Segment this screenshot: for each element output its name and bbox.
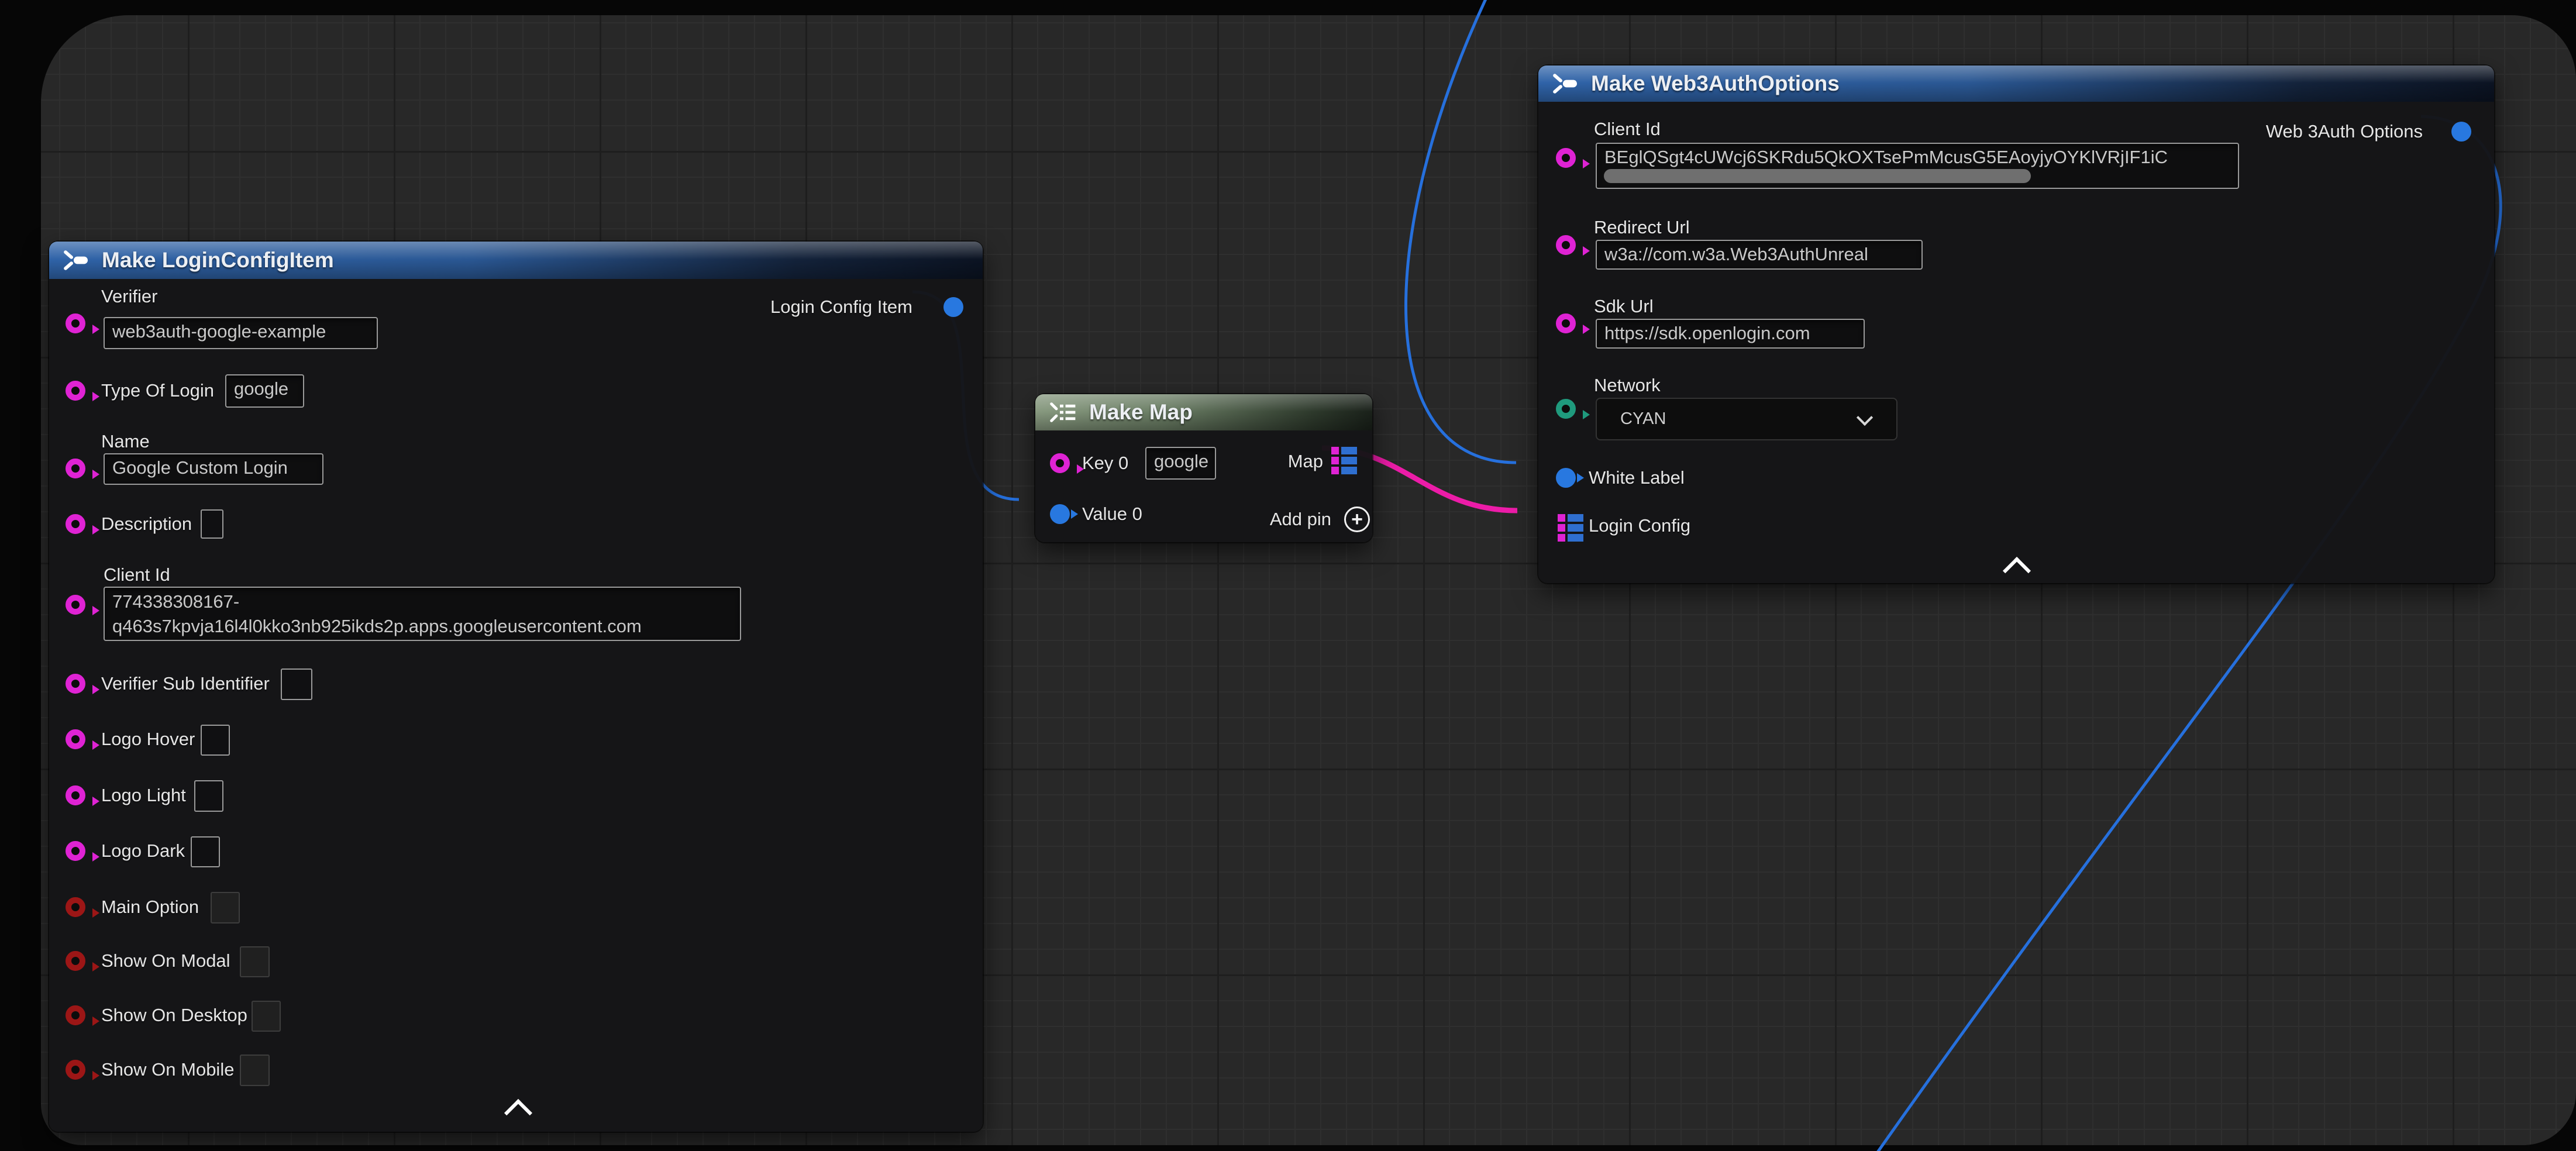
- key-0-field[interactable]: google: [1145, 447, 1216, 480]
- pin-main-option[interactable]: [66, 897, 85, 917]
- make-struct-icon: [1552, 73, 1579, 95]
- pin-label-value-0: Value 0: [1082, 504, 1142, 524]
- make-map-icon: [1049, 402, 1077, 423]
- pin-value-0[interactable]: [1050, 504, 1070, 524]
- network-selected-value: CYAN: [1620, 409, 1666, 429]
- pin-show-on-desktop[interactable]: [66, 1005, 85, 1025]
- sdk-url-field[interactable]: https://sdk.openlogin.com: [1596, 319, 1865, 349]
- logo-dark-field[interactable]: [191, 836, 220, 867]
- pin-client-id[interactable]: [1556, 148, 1576, 168]
- output-pin-label: Login Config Item: [770, 297, 912, 317]
- main-option-checkbox[interactable]: [211, 892, 240, 923]
- node-header-make-web3authoptions[interactable]: Make Web3AuthOptions: [1538, 66, 2494, 102]
- client-id-line2: q463s7kpvja16l4l0kko3nb925ikds2p.apps.go…: [112, 616, 642, 636]
- type-of-login-field[interactable]: google: [225, 374, 304, 408]
- pin-label-verifier-sub-identifier: Verifier Sub Identifier: [101, 674, 270, 694]
- pin-login-config[interactable]: [1558, 514, 1583, 542]
- pin-client-id[interactable]: [66, 595, 85, 615]
- client-id-line1: 774338308167-: [112, 591, 239, 612]
- pin-verifier-sub-identifier[interactable]: [66, 674, 85, 694]
- pin-description[interactable]: [66, 514, 85, 534]
- node-make-map[interactable]: Make Map Key 0 google Value 0 Map Add pi…: [1035, 394, 1372, 542]
- pin-label-verifier: Verifier: [101, 287, 157, 306]
- add-pin-button[interactable]: +: [1344, 506, 1370, 532]
- pin-label-show-on-desktop: Show On Desktop: [101, 1005, 247, 1025]
- pin-label-description: Description: [101, 514, 192, 534]
- pin-label-network: Network: [1594, 375, 1661, 395]
- pin-label-key-0: Key 0: [1082, 453, 1128, 473]
- pin-verifier[interactable]: [66, 313, 85, 333]
- pin-login-config-item-output[interactable]: [943, 297, 963, 317]
- show-on-desktop-checkbox[interactable]: [252, 1001, 281, 1032]
- pin-type-of-login[interactable]: [66, 381, 85, 401]
- pin-label-name: Name: [101, 432, 150, 452]
- pin-label-type-of-login: Type Of Login: [101, 381, 214, 401]
- description-field[interactable]: [201, 509, 223, 539]
- client-id-value: BEglQSgt4cUWcj6SKRdu5QkOXTsePmMcusG5EAoy…: [1604, 147, 2168, 167]
- pin-network[interactable]: [1556, 399, 1576, 419]
- node-title: Make LoginConfigItem: [102, 248, 334, 273]
- field-scrollbar[interactable]: [1604, 169, 2031, 183]
- pin-web3auth-options-output[interactable]: [2451, 122, 2471, 142]
- pin-logo-light[interactable]: [66, 785, 85, 805]
- pin-label-login-config: Login Config: [1589, 516, 1690, 536]
- pin-show-on-mobile[interactable]: [66, 1060, 85, 1080]
- pin-white-label[interactable]: [1556, 468, 1576, 488]
- make-struct-icon: [63, 249, 90, 271]
- pin-label-main-option: Main Option: [101, 897, 199, 917]
- pin-logo-hover[interactable]: [66, 729, 85, 749]
- pin-label-sdk-url: Sdk Url: [1594, 297, 1654, 316]
- pin-logo-dark[interactable]: [66, 841, 85, 861]
- show-on-mobile-checkbox[interactable]: [240, 1054, 270, 1086]
- name-field[interactable]: Google Custom Login: [104, 453, 323, 485]
- network-dropdown[interactable]: CYAN: [1596, 398, 1897, 440]
- pin-label-logo-light: Logo Light: [101, 785, 186, 805]
- pin-label-logo-dark: Logo Dark: [101, 841, 185, 861]
- pin-label-client-id: Client Id: [104, 565, 170, 585]
- pin-label-client-id: Client Id: [1594, 119, 1661, 139]
- node-title: Make Map: [1089, 400, 1193, 425]
- pin-redirect-url[interactable]: [1556, 235, 1576, 255]
- pin-map-output[interactable]: [1331, 447, 1357, 474]
- verifier-sub-identifier-field[interactable]: [281, 668, 312, 700]
- output-pin-label: Web 3Auth Options: [2266, 122, 2423, 142]
- redirect-url-field[interactable]: w3a://com.w3a.Web3AuthUnreal: [1596, 240, 1923, 270]
- chevron-down-icon: [1857, 409, 1873, 426]
- pin-sdk-url[interactable]: [1556, 313, 1576, 333]
- show-on-modal-checkbox[interactable]: [240, 946, 270, 977]
- pin-label-white-label: White Label: [1589, 468, 1685, 488]
- pin-show-on-modal[interactable]: [66, 951, 85, 971]
- add-pin-label: Add pin: [1270, 509, 1331, 529]
- blueprint-graph-canvas[interactable]: Make LoginConfigItem Login Config Item V…: [41, 15, 2576, 1145]
- pin-label-logo-hover: Logo Hover: [101, 729, 195, 749]
- client-id-field[interactable]: BEglQSgt4cUWcj6SKRdu5QkOXTsePmMcusG5EAoy…: [1596, 143, 2239, 189]
- chevron-up-icon[interactable]: [2003, 557, 2031, 585]
- client-id-field[interactable]: 774338308167- q463s7kpvja16l4l0kko3nb925i…: [104, 587, 741, 641]
- map-output-label: Map: [1288, 452, 1323, 471]
- pin-label-show-on-mobile: Show On Mobile: [101, 1060, 234, 1080]
- pin-key-0[interactable]: [1050, 453, 1070, 473]
- wire-offscreen-to-whitelabel: [1406, 0, 1516, 463]
- node-title: Make Web3AuthOptions: [1591, 71, 1840, 96]
- pin-name[interactable]: [66, 459, 85, 478]
- pin-label-show-on-modal: Show On Modal: [101, 951, 230, 971]
- logo-light-field[interactable]: [194, 780, 223, 812]
- node-make-loginconfigitem[interactable]: Make LoginConfigItem Login Config Item V…: [49, 242, 983, 1132]
- node-make-web3authoptions[interactable]: Make Web3AuthOptions Web 3Auth Options C…: [1538, 66, 2494, 583]
- node-header-make-loginconfigitem[interactable]: Make LoginConfigItem: [49, 242, 983, 279]
- pin-label-redirect-url: Redirect Url: [1594, 218, 1690, 237]
- node-header-make-map[interactable]: Make Map: [1035, 394, 1372, 430]
- logo-hover-field[interactable]: [201, 725, 230, 756]
- verifier-field[interactable]: web3auth-google-example: [104, 317, 378, 349]
- chevron-up-icon[interactable]: [504, 1099, 532, 1127]
